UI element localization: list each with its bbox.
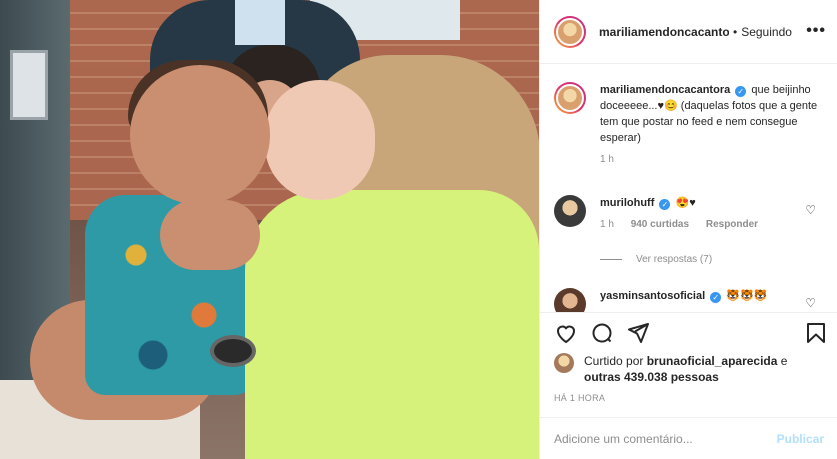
photo-woman-face [265,80,375,200]
comment-text: 🐯🐯🐯 [726,290,768,302]
comment-avatar[interactable] [554,195,586,227]
comment-like-heart-icon[interactable]: ♡ [805,203,816,217]
verified-badge-icon: ✓ [659,199,671,210]
bookmark-icon[interactable] [804,321,828,345]
liked-by-others[interactable]: outras 439.038 pessoas [584,370,719,384]
view-replies-button[interactable]: Ver respostas (7) [600,254,712,265]
following-button[interactable]: Seguindo [741,25,792,39]
comment-username[interactable]: murilohuff [600,197,654,209]
add-comment-input[interactable] [554,432,777,446]
comment-item: murilohuff ✓ 😍♥ 1 h 940 curtidas Respond… [554,195,820,233]
comment-username[interactable]: yasminsantosoficial [600,290,705,302]
publish-button[interactable]: Publicar [777,432,824,446]
reply-button[interactable]: Responder [706,219,758,230]
author-avatar[interactable] [554,15,586,48]
comment-meta: 1 h 940 curtidas Responder [600,217,820,233]
comment-text: 😍♥ [675,197,696,209]
author-username[interactable]: mariliamendoncacantora [599,25,729,39]
comment-likes[interactable]: 940 curtidas [631,219,689,230]
post-actions: Curtido por brunaoficial_aparecida e out… [540,312,837,459]
caption-avatar[interactable] [554,82,586,114]
photo-woman-dress [245,190,539,459]
caption-meta: 1 h [600,152,820,168]
liker-avatar[interactable] [554,353,574,373]
photo-man-shirt [235,0,285,45]
replies-line [600,259,622,260]
comment-icon[interactable] [590,321,614,345]
photo-wall-frame [10,50,48,120]
caption-username[interactable]: mariliamendoncacantora [600,84,730,96]
photo-watch [210,335,256,367]
post-timestamp[interactable]: HÁ 1 HORA [554,393,605,403]
caption-time[interactable]: 1 h [600,154,614,165]
comment-time[interactable]: 1 h [600,219,614,230]
comment-avatar[interactable] [554,288,586,312]
action-icons [554,321,662,345]
liked-by-user[interactable]: brunaoficial_aparecida [647,354,778,368]
comment-like-heart-icon[interactable]: ♡ [805,296,816,310]
post-side-panel: mariliamendoncacantora • Seguindo ••• ma… [539,0,837,459]
verified-badge-icon: ✓ [735,86,747,97]
comment-item: yasminsantosoficial ✓ 🐯🐯🐯 [554,288,820,312]
like-heart-icon[interactable] [554,321,578,345]
likes-summary: Curtido por brunaoficial_aparecida e out… [554,353,787,385]
post-header: mariliamendoncacantora • Seguindo ••• [540,0,837,64]
share-icon[interactable] [626,321,650,345]
post-photo[interactable] [0,0,539,459]
liked-by-suffix: e [780,354,788,368]
add-comment-bar: Publicar [540,417,837,459]
view-replies-label: Ver respostas (7) [636,254,713,265]
caption: mariliamendoncacantora ✓ que beijinho do… [554,82,820,168]
photo-baby-head [130,65,270,205]
header-separator: • [733,24,738,39]
photo-baby-arm [160,200,260,270]
verified-badge-icon: ✓ [710,292,722,303]
comments-section[interactable]: mariliamendoncacantora ✓ que beijinho do… [540,64,837,312]
more-horizontal-icon[interactable]: ••• [806,22,826,40]
liked-by-prefix: Curtido por [584,354,644,368]
